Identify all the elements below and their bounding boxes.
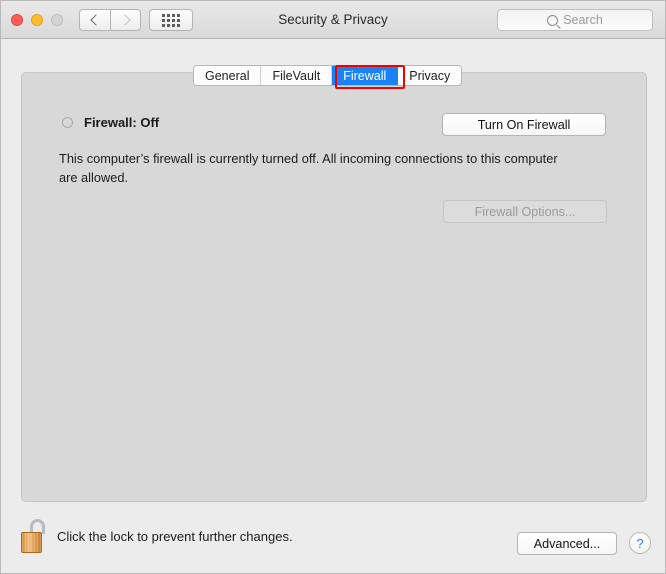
lock-area[interactable]: Click the lock to prevent further change…: [21, 519, 293, 553]
window-titlebar: Security & Privacy Search: [1, 1, 665, 39]
firewall-content-panel: Firewall: Off Turn On Firewall This comp…: [21, 72, 647, 502]
search-placeholder: Search: [563, 13, 603, 27]
search-icon: [547, 15, 558, 26]
advanced-button[interactable]: Advanced...: [517, 532, 617, 555]
lock-hint-label: Click the lock to prevent further change…: [57, 529, 293, 544]
unlocked-padlock-icon[interactable]: [21, 519, 47, 553]
tab-privacy[interactable]: Privacy: [398, 66, 461, 85]
system-preferences-window: Security & Privacy Search General FileVa…: [0, 0, 666, 574]
turn-on-firewall-button[interactable]: Turn On Firewall: [442, 113, 606, 136]
status-indicator-icon: [62, 117, 73, 128]
firewall-status-row: Firewall: Off: [62, 115, 159, 130]
tab-bar: General FileVault Firewall Privacy: [1, 39, 665, 73]
help-button[interactable]: ?: [629, 532, 651, 554]
firewall-options-button: Firewall Options...: [443, 200, 607, 223]
tab-general[interactable]: General: [194, 66, 261, 85]
firewall-status-label: Firewall: Off: [84, 115, 159, 130]
preference-tabs: General FileVault Firewall Privacy: [193, 65, 462, 86]
tab-filevault[interactable]: FileVault: [261, 66, 332, 85]
search-input[interactable]: Search: [497, 9, 653, 31]
firewall-description: This computer’s firewall is currently tu…: [59, 149, 569, 187]
tab-firewall[interactable]: Firewall: [332, 66, 398, 85]
